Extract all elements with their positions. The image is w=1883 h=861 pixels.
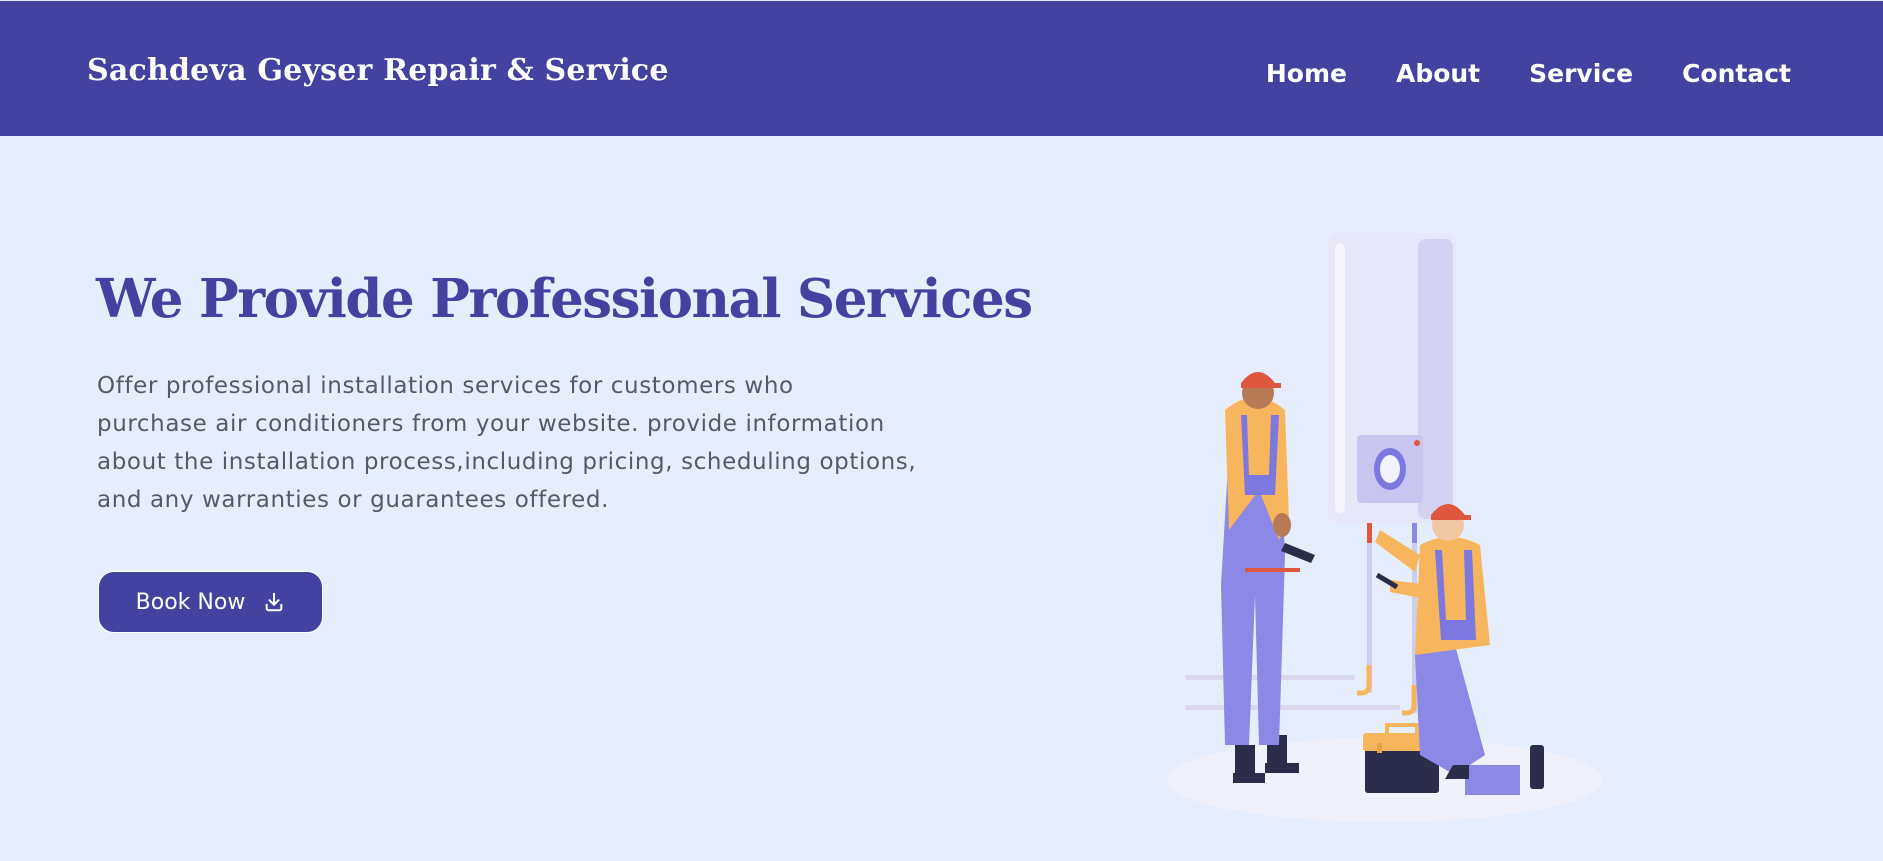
nav-contact-link[interactable]: Contact [1682,59,1791,88]
technician-standing [1221,372,1315,783]
hero-description-line: Offer professional installation services… [97,373,794,399]
hero-description-line: about the installation process,including… [97,449,917,475]
hero-title: We Provide Professional Services [96,268,1033,330]
book-now-label: Book Now [135,589,246,615]
book-now-button[interactable]: Book Now [98,571,323,633]
hero-description-line: purchase air conditioners from your webs… [97,411,885,437]
nav-service-link[interactable]: Service [1529,59,1633,88]
technicians-illustration [1155,225,1625,830]
main-nav: Home About Service Contact [1266,59,1791,88]
hero-description: Offer professional installation services… [97,367,917,519]
nav-about-link[interactable]: About [1396,59,1480,88]
hero-description-line: and any warranties or guarantees offered… [97,487,609,513]
navbar: Sachdeva Geyser Repair & Service Home Ab… [0,0,1883,136]
wall-pipe [1185,705,1400,710]
download-icon [263,591,285,613]
nav-home-link[interactable]: Home [1266,59,1347,88]
site-brand[interactable]: Sachdeva Geyser Repair & Service [87,53,669,88]
